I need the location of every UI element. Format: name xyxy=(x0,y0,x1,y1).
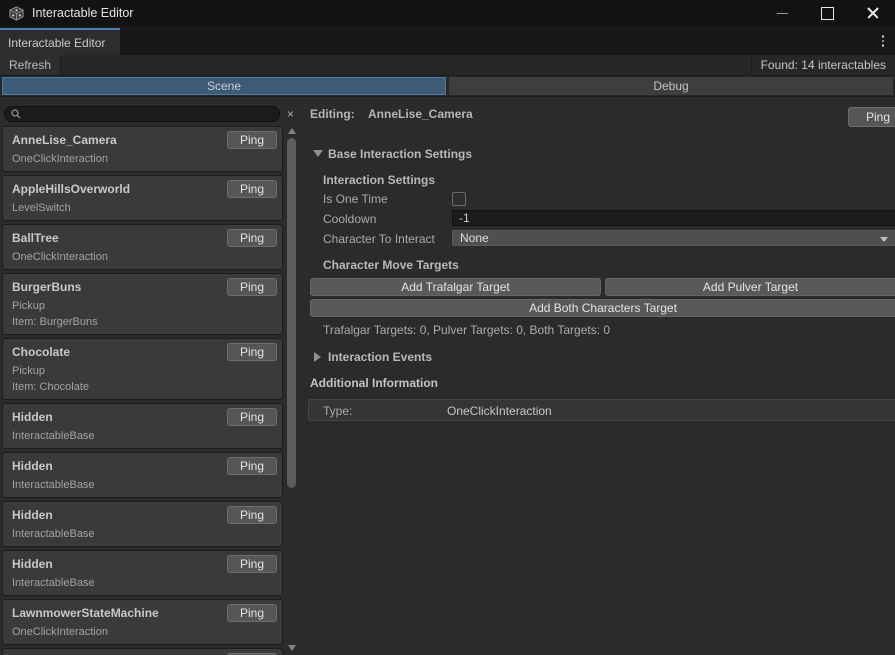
list-item[interactable]: AppleHillsOverworldPingLevelSwitch xyxy=(2,175,283,221)
list-item[interactable]: LureSpotA_SlotPing xyxy=(2,648,283,655)
list-item[interactable]: HiddenPingInteractableBase xyxy=(2,452,283,498)
add-pulver-target-button[interactable]: Add Pulver Target xyxy=(605,278,895,296)
found-count-label: Found: 14 interactables xyxy=(751,55,895,75)
tab-debug[interactable]: Debug xyxy=(449,77,893,95)
base-settings-foldout[interactable]: Base Interaction Settings xyxy=(328,147,472,161)
toolbar: Refresh Found: 14 interactables xyxy=(0,55,895,76)
is-one-time-label: Is One Time xyxy=(323,192,388,206)
interactable-list: AnneLise_CameraPingOneClickInteractionAp… xyxy=(0,126,285,655)
item-detail: Item: BurgerBuns xyxy=(3,312,282,328)
refresh-button[interactable]: Refresh xyxy=(0,55,61,75)
type-value: OneClickInteraction xyxy=(447,404,552,418)
tab-scene[interactable]: Scene xyxy=(2,77,446,95)
scrollbar-thumb[interactable] xyxy=(287,138,296,488)
item-type: InteractableBase xyxy=(3,426,282,442)
additional-information-header: Additional Information xyxy=(310,376,438,390)
interaction-events-foldout[interactable]: Interaction Events xyxy=(328,350,432,364)
kebab-menu-icon[interactable] xyxy=(876,33,890,49)
scroll-down-icon[interactable] xyxy=(288,645,296,651)
search-input[interactable] xyxy=(25,108,279,120)
item-detail: Item: Chocolate xyxy=(3,377,282,393)
list-item[interactable]: BurgerBunsPingPickupItem: BurgerBuns xyxy=(2,273,283,335)
editing-target-name: AnneLise_Camera xyxy=(368,107,473,121)
search-box[interactable] xyxy=(4,106,280,122)
character-to-interact-dropdown[interactable]: None xyxy=(452,230,895,246)
list-item[interactable]: AnneLise_CameraPingOneClickInteraction xyxy=(2,126,283,172)
item-type: InteractableBase xyxy=(3,524,282,540)
ping-button[interactable]: Ping xyxy=(227,457,277,475)
search-clear-button[interactable]: × xyxy=(283,106,298,122)
inspector-ping-button[interactable]: Ping xyxy=(848,107,895,127)
character-to-interact-label: Character To Interact xyxy=(323,232,435,246)
ping-button[interactable]: Ping xyxy=(227,506,277,524)
interactable-list-panel: × AnneLise_CameraPingOneClickInteraction… xyxy=(0,97,300,655)
ping-button[interactable]: Ping xyxy=(227,131,277,149)
ping-button[interactable]: Ping xyxy=(227,604,277,622)
window-title: Interactable Editor xyxy=(32,6,133,20)
is-one-time-checkbox[interactable] xyxy=(452,192,466,206)
minimize-icon xyxy=(777,13,788,14)
move-targets-header: Character Move Targets xyxy=(323,258,459,272)
foldout-closed-icon[interactable] xyxy=(314,352,321,362)
cooldown-label: Cooldown xyxy=(323,212,376,226)
item-type: OneClickInteraction xyxy=(3,622,282,638)
close-button[interactable] xyxy=(850,0,895,26)
minimize-button[interactable] xyxy=(760,0,805,26)
view-tabs: Scene Debug xyxy=(0,76,895,97)
interaction-settings-header: Interaction Settings xyxy=(323,173,435,187)
vertical-scrollbar[interactable] xyxy=(285,124,300,655)
tab-label: Interactable Editor xyxy=(8,36,105,50)
chevron-down-icon xyxy=(880,237,888,242)
content-area: × AnneLise_CameraPingOneClickInteraction… xyxy=(0,97,895,655)
list-item[interactable]: HiddenPingInteractableBase xyxy=(2,501,283,547)
type-label: Type: xyxy=(323,404,352,418)
item-type: InteractableBase xyxy=(3,475,282,491)
ping-button[interactable]: Ping xyxy=(227,408,277,426)
item-type: Pickup xyxy=(3,361,282,377)
window-controls xyxy=(760,0,895,26)
ping-button[interactable]: Ping xyxy=(227,555,277,573)
foldout-open-icon[interactable] xyxy=(313,150,323,157)
add-target-button-row: Add Trafalgar Target Add Pulver Target xyxy=(310,278,895,296)
search-icon xyxy=(11,109,21,119)
list-item[interactable]: HiddenPingInteractableBase xyxy=(2,403,283,449)
editor-tab-strip: Interactable Editor xyxy=(0,26,895,55)
ping-button[interactable]: Ping xyxy=(227,180,277,198)
dropdown-value: None xyxy=(460,231,489,245)
add-trafalgar-target-button[interactable]: Add Trafalgar Target xyxy=(310,278,601,296)
item-type: OneClickInteraction xyxy=(3,149,282,165)
close-icon xyxy=(867,7,879,19)
scroll-up-icon[interactable] xyxy=(288,128,296,134)
targets-summary: Trafalgar Targets: 0, Pulver Targets: 0,… xyxy=(323,323,610,337)
list-item[interactable]: ChocolatePingPickupItem: Chocolate xyxy=(2,338,283,400)
interactable-editor-window: Interactable Editor Interactable Editor … xyxy=(0,0,895,655)
list-item[interactable]: HiddenPingInteractableBase xyxy=(2,550,283,596)
type-info-row: Type: OneClickInteraction xyxy=(308,399,895,421)
item-type: LevelSwitch xyxy=(3,198,282,214)
cooldown-field[interactable]: -1 xyxy=(452,210,895,226)
maximize-icon xyxy=(821,7,834,20)
item-type: Pickup xyxy=(3,296,282,312)
item-type: InteractableBase xyxy=(3,573,282,589)
app-cube-icon xyxy=(9,6,24,21)
add-both-characters-target-button[interactable]: Add Both Characters Target xyxy=(310,299,895,317)
editing-label: Editing: xyxy=(310,107,355,121)
ping-button[interactable]: Ping xyxy=(227,343,277,361)
ping-button[interactable]: Ping xyxy=(227,229,277,247)
tab-interactable-editor[interactable]: Interactable Editor xyxy=(0,28,120,55)
maximize-button[interactable] xyxy=(805,0,850,26)
list-item[interactable]: BallTreePingOneClickInteraction xyxy=(2,224,283,270)
list-item[interactable]: LawnmowerStateMachinePingOneClickInterac… xyxy=(2,599,283,645)
inspector-panel: Editing: AnneLise_Camera Ping Base Inter… xyxy=(300,97,895,655)
ping-button[interactable]: Ping xyxy=(227,278,277,296)
item-type: OneClickInteraction xyxy=(3,247,282,263)
title-bar: Interactable Editor xyxy=(0,0,895,26)
